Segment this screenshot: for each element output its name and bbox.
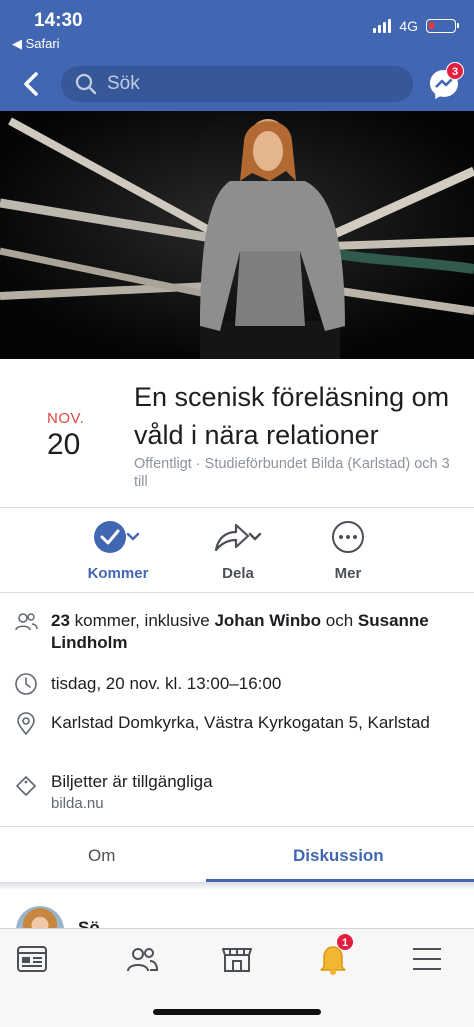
battery-icon [426,19,459,33]
share-arrow-icon [214,523,262,552]
status-indicators: 4G [373,18,459,34]
divider [0,507,474,508]
event-date-month: NOV. [47,410,85,427]
going-button[interactable]: Kommer [58,520,178,582]
guest-list-summary[interactable]: 23 kommer, inklusive Johan Winbo och Sus… [51,610,456,654]
search-input[interactable]: Sök [61,66,413,102]
tab-about[interactable]: Om [88,846,115,866]
search-icon [75,73,97,95]
news-feed-icon[interactable] [14,941,50,977]
more-button[interactable]: Mer [288,520,408,582]
ticket-icon [16,776,36,796]
friends-icon[interactable] [124,941,160,977]
location-pin-icon [17,712,35,736]
tab-shadow [0,882,474,890]
tickets-link[interactable]: bilda.nu [51,793,456,815]
more-label: Mer [334,565,362,582]
clock-icon [15,673,37,695]
going-count: 23 [51,611,70,630]
status-time: 14:30 [34,10,83,31]
divider [0,826,474,827]
tab-discussion[interactable]: Diskussion [293,846,384,866]
people-icon [15,613,38,631]
back-to-safari-link[interactable]: ◀ Safari [12,36,60,52]
tickets-info[interactable]: Biljetter är tillgängliga bilda.nu [51,771,456,815]
search-placeholder: Sök [107,73,140,94]
check-circle-icon [94,521,140,553]
event-date-day: 20 [47,428,81,461]
top-bar: 14:30 ◀ Safari 4G Sök 3 [0,0,474,111]
signal-icon [373,19,392,33]
going-and: och [321,611,358,630]
messenger-badge: 3 [446,62,464,80]
event-title: En scenisk föreläsning om våld i nära re… [134,382,450,450]
guest-name[interactable]: Johan Winbo [214,611,321,630]
home-indicator[interactable] [153,1009,321,1015]
going-label: Kommer [87,565,149,582]
event-location[interactable]: Karlstad Domkyrka, Västra Kyrkogatan 5, … [51,712,456,734]
divider [0,592,474,593]
more-dots-icon [332,521,364,553]
marketplace-icon[interactable] [219,941,255,977]
notifications-badge: 1 [336,933,354,951]
messenger-button[interactable]: 3 [428,62,464,100]
cover-image [0,111,474,359]
menu-hamburger-icon[interactable] [409,941,445,977]
event-datetime[interactable]: tisdag, 20 nov. kl. 13:00–16:00 [51,673,456,695]
share-label: Dela [222,565,254,582]
share-button[interactable]: Dela [178,520,298,582]
network-label: 4G [399,18,418,34]
tickets-label: Biljetter är tillgängliga [51,772,213,791]
event-meta[interactable]: Offentligt · Studieförbundet Bilda (Karl… [134,455,454,491]
back-arrow-icon[interactable] [18,68,44,100]
going-text: kommer, inklusive [69,611,215,630]
event-cover-photo[interactable] [0,111,474,359]
